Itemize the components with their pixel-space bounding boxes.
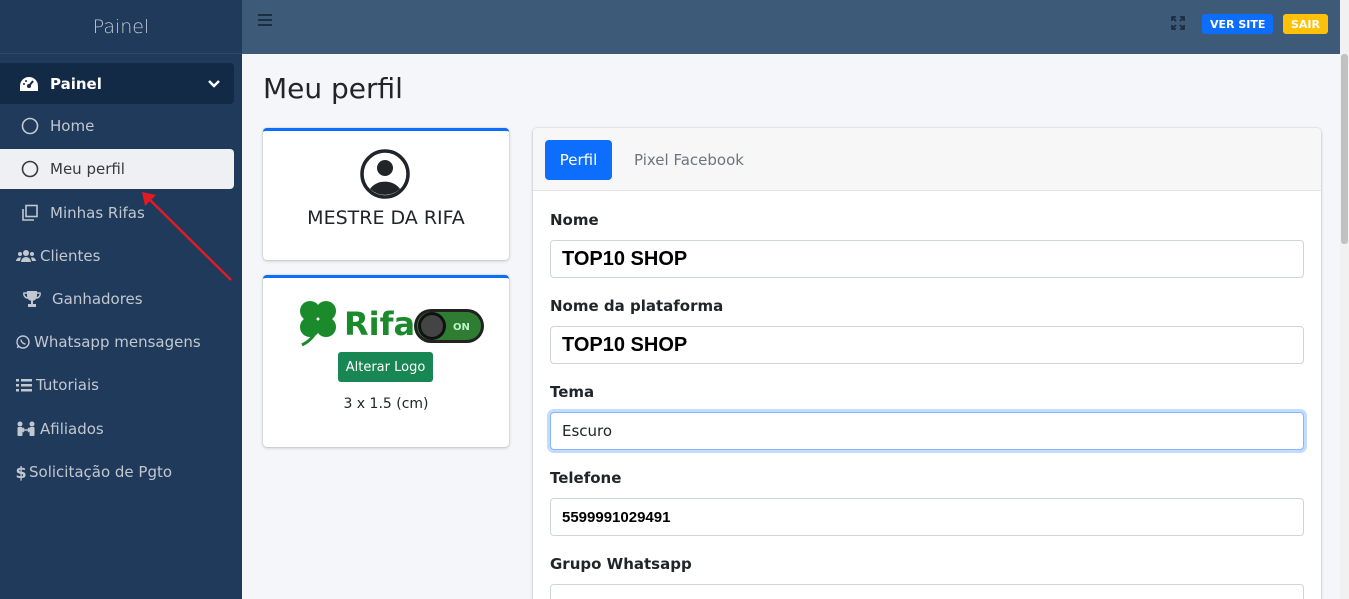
brand-title[interactable]: Painel xyxy=(0,0,242,54)
sidebar-item-label: Whatsapp mensagens xyxy=(34,333,201,351)
page-title: Meu perfil xyxy=(263,72,403,105)
menu-icon[interactable] xyxy=(258,14,272,28)
sidebar-item-clientes[interactable]: Clientes xyxy=(0,236,100,276)
alterar-logo-button[interactable]: Alterar Logo xyxy=(338,352,433,382)
scrollbar-thumb[interactable] xyxy=(1341,54,1348,244)
toggle-text: ON xyxy=(453,322,470,333)
sidebar-item-tutoriais[interactable]: Tutoriais xyxy=(0,365,99,405)
logo-card: Rifa ON Alterar Logo 3 x 1.5 (cm) xyxy=(263,275,509,447)
nome-label: Nome xyxy=(550,211,599,229)
sidebar-item-label: Home xyxy=(50,117,95,135)
ver-site-button[interactable]: VER SITE xyxy=(1202,14,1274,34)
sidebar-item-label: Clientes xyxy=(40,247,101,265)
sidebar-group-painel[interactable]: Painel xyxy=(0,63,234,104)
telefone-label: Telefone xyxy=(550,469,622,487)
nome-plataforma-label: Nome da plataforma xyxy=(550,297,724,315)
sidebar-item-ganhadores[interactable]: Ganhadores xyxy=(0,279,143,319)
topbar: VER SITE SAIR xyxy=(242,0,1340,54)
gauge-icon xyxy=(18,76,40,92)
grupo-whatsapp-label: Grupo Whatsapp xyxy=(550,555,692,573)
profile-form-card: Perfil Pixel Facebook Nome TOP10 SHOP No… xyxy=(533,128,1321,599)
sidebar-item-label: Afiliados xyxy=(40,420,104,438)
sidebar-item-label: Tutoriais xyxy=(36,376,99,394)
list-icon xyxy=(16,378,32,392)
nome-input[interactable]: TOP10 SHOP xyxy=(550,240,1304,278)
tab-pixel-facebook[interactable]: Pixel Facebook xyxy=(634,151,744,169)
tema-label: Tema xyxy=(550,383,595,401)
sair-button[interactable]: SAIR xyxy=(1283,14,1328,34)
sidebar: Painel Painel Home Meu perfil Minhas Rif… xyxy=(0,0,242,599)
logo-size-text: 3 x 1.5 (cm) xyxy=(343,396,429,412)
users-icon xyxy=(16,249,36,263)
whatsapp-icon xyxy=(16,335,30,349)
logo-text: Rifa xyxy=(344,305,415,343)
nome-plataforma-input[interactable]: TOP10 SHOP xyxy=(550,326,1304,364)
dollar-icon: $ xyxy=(15,462,27,482)
sidebar-group-label: Painel xyxy=(50,74,102,93)
sidebar-item-label: Ganhadores xyxy=(52,290,143,308)
telefone-input[interactable]: 5599991029491 xyxy=(550,498,1304,536)
tab-perfil[interactable]: Perfil xyxy=(545,140,612,180)
sidebar-item-solicitacao[interactable]: $ Solicitação de Pgto xyxy=(0,452,172,492)
trophy-icon xyxy=(22,290,42,308)
sidebar-item-whatsapp[interactable]: Whatsapp mensagens xyxy=(0,322,201,362)
people-arrows-icon xyxy=(16,421,36,437)
rifa-logo: Rifa ON xyxy=(296,297,486,349)
circle-icon xyxy=(20,160,40,178)
user-avatar-icon xyxy=(360,149,410,199)
tema-select[interactable]: Escuro xyxy=(550,412,1304,450)
annotation-arrow-icon xyxy=(142,192,232,281)
circle-icon xyxy=(20,117,40,135)
sidebar-item-label: Solicitação de Pgto xyxy=(29,463,173,481)
grupo-whatsapp-input[interactable] xyxy=(550,584,1304,599)
form-tabs: Perfil Pixel Facebook xyxy=(533,128,1321,191)
sidebar-item-label: Meu perfil xyxy=(50,160,125,178)
sidebar-item-afiliados[interactable]: Afiliados xyxy=(0,409,104,449)
scrollbar[interactable] xyxy=(1340,0,1349,599)
chevron-down-icon xyxy=(208,75,220,93)
sidebar-item-home[interactable]: Home xyxy=(0,106,234,146)
copy-icon xyxy=(20,204,40,222)
fullscreen-icon[interactable] xyxy=(1171,15,1185,30)
profile-name: MESTRE DA RIFA xyxy=(307,207,465,229)
profile-card: MESTRE DA RIFA xyxy=(263,128,509,260)
